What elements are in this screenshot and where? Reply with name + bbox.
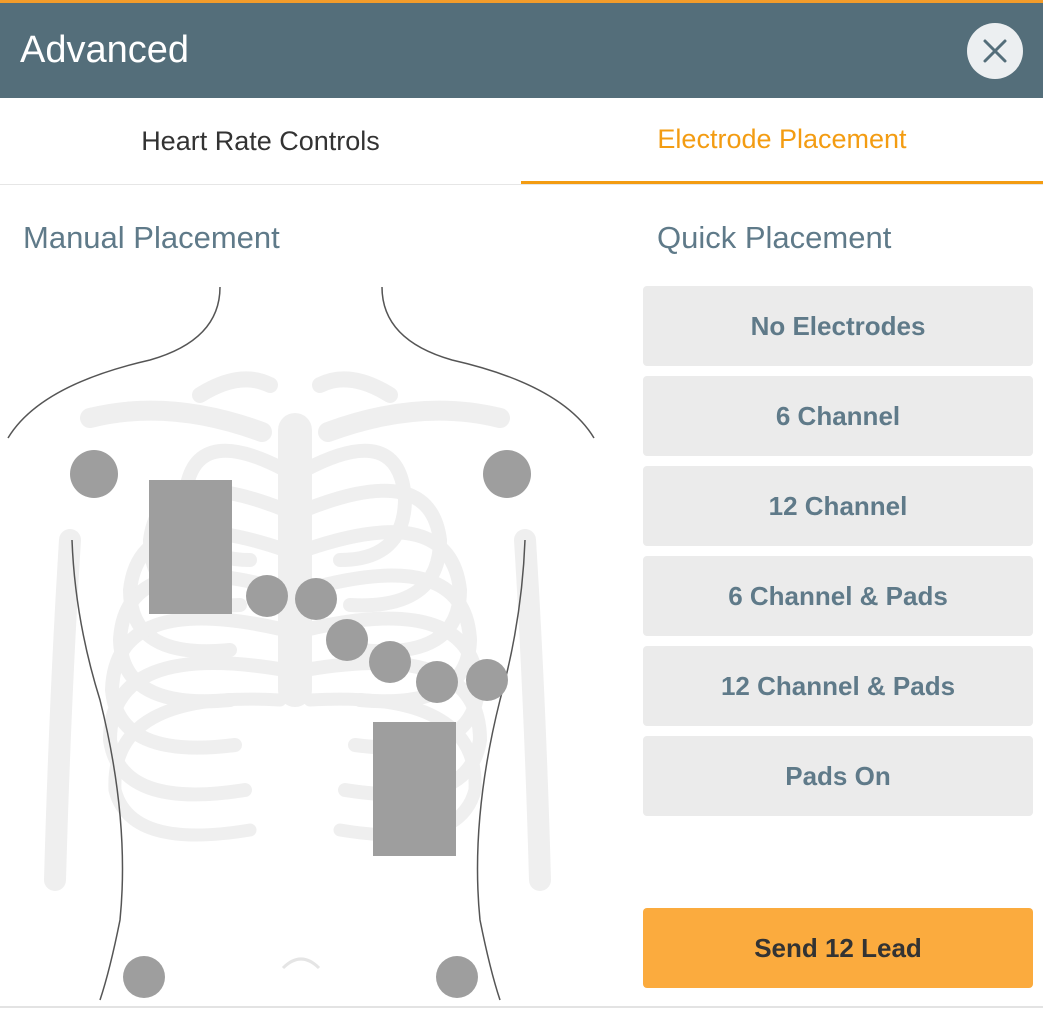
- electrode-ra[interactable]: [70, 450, 118, 498]
- quick-placement-6-channel-button[interactable]: 6 Channel: [643, 376, 1033, 456]
- electrode-ll[interactable]: [436, 956, 478, 998]
- tab-bar: Heart Rate Controls Electrode Placement: [0, 98, 1043, 185]
- quick-placement-12-channel-pads-button[interactable]: 12 Channel & Pads: [643, 646, 1033, 726]
- tab-electrode-placement[interactable]: Electrode Placement: [521, 98, 1043, 184]
- bottom-divider: [0, 1006, 1043, 1008]
- electrode-v2[interactable]: [295, 578, 337, 620]
- tab-heart-rate-controls[interactable]: Heart Rate Controls: [0, 98, 521, 184]
- quick-placement-title: Quick Placement: [657, 220, 892, 255]
- ribcage-illustration: [44, 371, 551, 891]
- close-button[interactable]: [967, 23, 1023, 79]
- dialog-header: Advanced: [0, 3, 1043, 98]
- dialog-title: Advanced: [20, 29, 190, 71]
- electrode-v1[interactable]: [246, 575, 288, 617]
- electrode-rl[interactable]: [123, 956, 165, 998]
- defib-pad-left-lateral[interactable]: [373, 722, 456, 856]
- quick-placement-6-channel-pads-button[interactable]: 6 Channel & Pads: [643, 556, 1033, 636]
- quick-placement-no-electrodes-button[interactable]: No Electrodes: [643, 286, 1033, 366]
- defib-pad-right-chest[interactable]: [149, 480, 232, 614]
- quick-placement-12-channel-button[interactable]: 12 Channel: [643, 466, 1033, 546]
- electrode-la[interactable]: [483, 450, 531, 498]
- close-icon: [983, 39, 1007, 63]
- send-12-lead-button[interactable]: Send 12 Lead: [643, 908, 1033, 988]
- quick-placement-pads-on-button[interactable]: Pads On: [643, 736, 1033, 816]
- electrode-v4[interactable]: [369, 641, 411, 683]
- electrode-v5[interactable]: [416, 661, 458, 703]
- electrode-v3[interactable]: [326, 619, 368, 661]
- electrode-v6[interactable]: [466, 659, 508, 701]
- manual-placement-title: Manual Placement: [23, 220, 280, 255]
- torso-diagram: [7, 286, 595, 1001]
- navel-mark: [281, 957, 321, 970]
